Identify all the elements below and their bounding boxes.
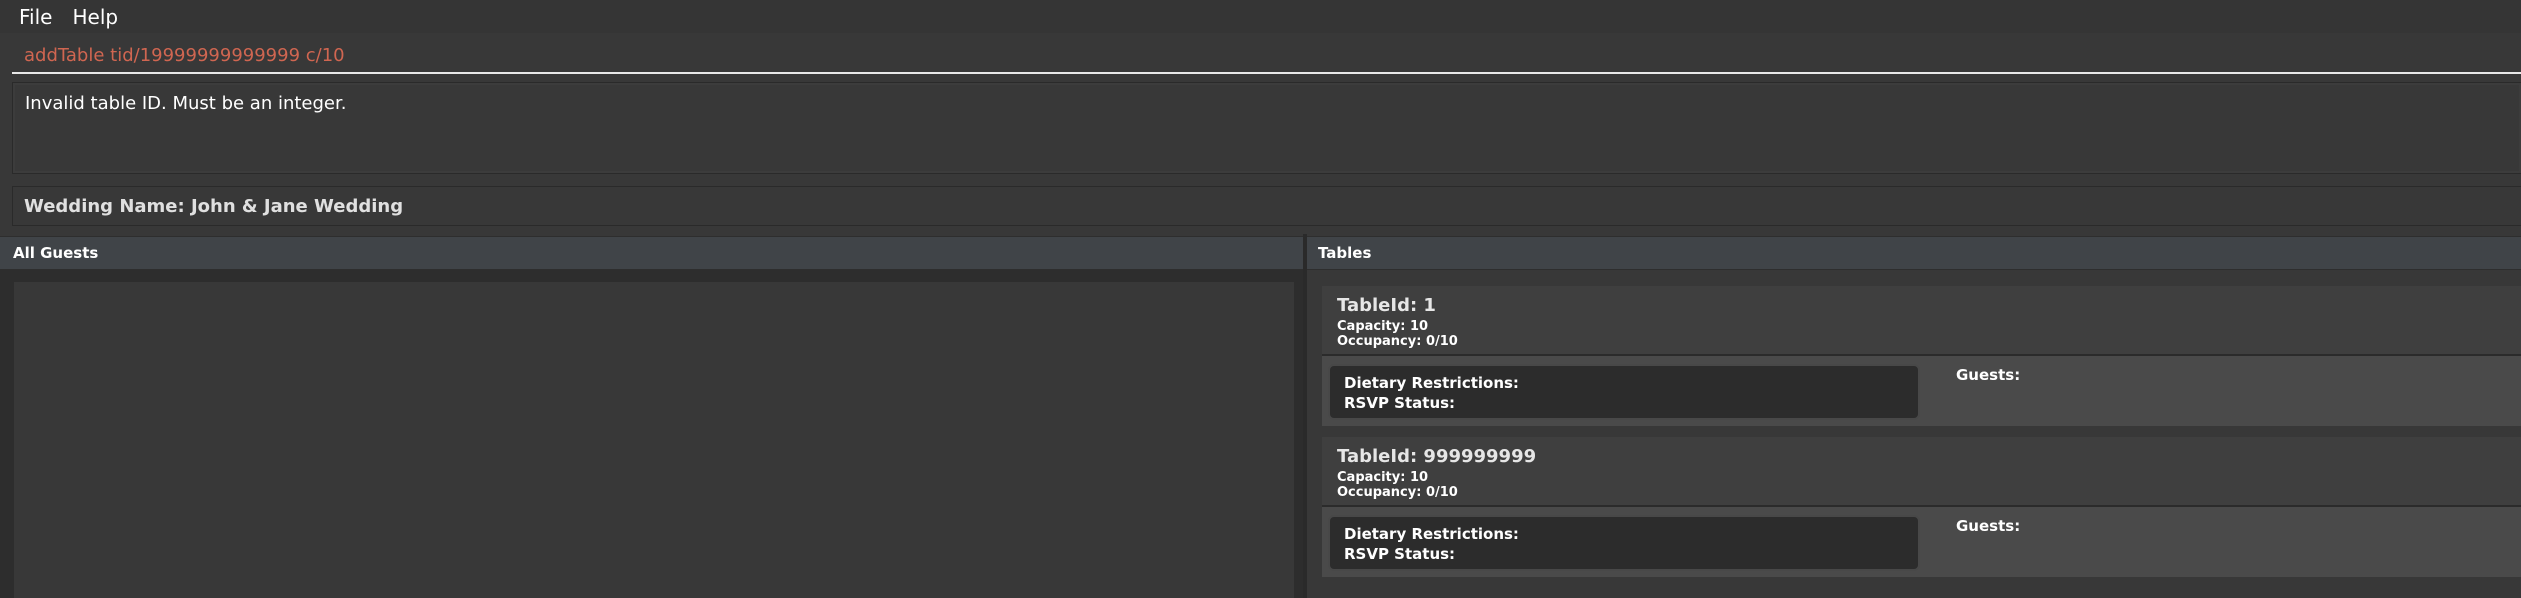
tables-header: Tables (1306, 236, 2521, 270)
table-card-header: TableId: 999999999 Capacity: 10 Occupanc… (1322, 437, 2521, 507)
wedding-name-bar: Wedding Name: John & Jane Wedding (12, 186, 2521, 226)
table-capacity: Capacity: 10 (1337, 319, 1429, 334)
table-capacity: Capacity: 10 (1337, 470, 1429, 485)
command-box (12, 38, 2521, 74)
all-guests-header: All Guests (0, 236, 1303, 270)
table-occupancy: Occupancy: 0/10 (1337, 485, 1458, 500)
menu-file[interactable]: File (0, 5, 62, 29)
table-details-box: Dietary Restrictions: RSVP Status: (1328, 515, 1920, 571)
menu-help[interactable]: Help (62, 5, 128, 29)
table-occupancy: Occupancy: 0/10 (1337, 334, 1458, 349)
dietary-restrictions-label: Dietary Restrictions: (1344, 374, 1519, 392)
menu-bar: File Help (0, 0, 2521, 33)
guest-panel (0, 270, 1303, 598)
rsvp-status-label: RSVP Status: (1344, 545, 1456, 563)
result-display: Invalid table ID. Must be an integer. (12, 82, 2521, 174)
table-card[interactable]: TableId: 999999999 Capacity: 10 Occupanc… (1322, 437, 2521, 577)
guest-list[interactable] (14, 282, 1294, 598)
table-guests-label: Guests: (1956, 517, 2021, 535)
table-guests-label: Guests: (1956, 366, 2021, 384)
rsvp-status-label: RSVP Status: (1344, 394, 1456, 412)
table-card-header: TableId: 1 Capacity: 10 Occupancy: 0/10 (1322, 286, 2521, 356)
result-message: Invalid table ID. Must be an integer. (25, 93, 347, 114)
table-id: TableId: 999999999 (1337, 446, 1537, 467)
dietary-restrictions-label: Dietary Restrictions: (1344, 525, 1519, 543)
table-card[interactable]: TableId: 1 Capacity: 10 Occupancy: 0/10 … (1322, 286, 2521, 426)
table-id: TableId: 1 (1337, 295, 1436, 316)
wedding-name-label: Wedding Name: John & Jane Wedding (24, 196, 404, 217)
table-list[interactable]: TableId: 1 Capacity: 10 Occupancy: 0/10 … (1307, 270, 2521, 598)
table-details-box: Dietary Restrictions: RSVP Status: (1328, 364, 1920, 420)
command-input[interactable] (12, 38, 2521, 72)
